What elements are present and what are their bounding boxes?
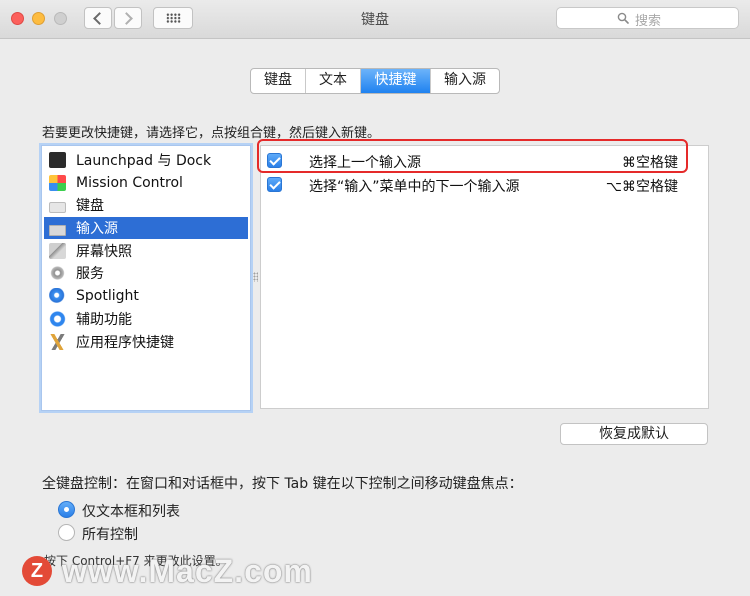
full-keyboard-access-label: 全键盘控制：在窗口和对话框中，按下 Tab 键在以下控制之间移动键盘焦点： [42, 476, 523, 492]
tab-shortcuts[interactable]: 快捷键 [361, 69, 431, 93]
category-screenshots[interactable]: 屏幕快照 [44, 240, 248, 262]
shortcut-enabled-checkbox[interactable] [267, 153, 282, 168]
category-app-shortcuts[interactable]: 应用程序快捷键 [44, 331, 248, 353]
shortcut-label: 选择上一个输入源 [309, 155, 421, 171]
shortcut-enabled-checkbox[interactable] [267, 177, 282, 192]
site-watermark: Z www.MacZ.com [22, 552, 313, 590]
watermark-text: www.MacZ.com [62, 552, 313, 589]
search-input[interactable]: 搜索 [556, 7, 739, 29]
radio-text-boxes-lists[interactable] [58, 501, 75, 518]
accessibility-icon [49, 311, 66, 327]
search-placeholder: 搜索 [635, 14, 662, 29]
category-launchpad-dock[interactable]: Launchpad 与 Dock [44, 149, 248, 171]
category-accessibility[interactable]: 辅助功能 [44, 308, 248, 330]
radio-label: 所有控制 [82, 527, 138, 543]
spotlight-icon [49, 288, 66, 304]
tab-bar: 键盘 文本 快捷键 输入源 [250, 68, 500, 94]
category-label: 键盘 [76, 198, 104, 214]
category-label: 服务 [76, 266, 104, 282]
category-label: Launchpad 与 Dock [76, 153, 212, 169]
shortcut-keys[interactable]: ⌘空格键 [622, 152, 678, 172]
title-bar: 键盘 搜索 [0, 0, 750, 39]
launchpad-icon [49, 152, 66, 168]
restore-defaults-button[interactable]: 恢复成默认 [560, 423, 708, 445]
category-label: 输入源 [76, 221, 118, 237]
tab-text[interactable]: 文本 [306, 69, 361, 93]
shortcut-row[interactable]: 选择上一个输入源 ⌘空格键 [261, 149, 708, 173]
tab-input-sources[interactable]: 输入源 [431, 69, 499, 93]
radio-all-controls[interactable] [58, 524, 75, 541]
services-gear-icon [49, 265, 66, 281]
app-shortcuts-icon [49, 334, 66, 350]
instruction-text: 若要更改快捷键，请选择它，点按组合键，然后键入新键。 [42, 126, 381, 141]
category-label: 应用程序快捷键 [76, 335, 174, 351]
shortcut-row[interactable]: 选择“输入”菜单中的下一个输入源 ⌥⌘空格键 [261, 173, 708, 197]
category-mission-control[interactable]: Mission Control [44, 172, 248, 194]
screenshot-icon [49, 243, 66, 259]
category-services[interactable]: 服务 [44, 262, 248, 284]
watermark-logo-icon: Z [22, 556, 52, 586]
tab-keyboard[interactable]: 键盘 [251, 69, 306, 93]
category-label: Mission Control [76, 175, 183, 191]
category-keyboard[interactable]: 键盘 [44, 194, 248, 216]
category-list[interactable]: Launchpad 与 Dock Mission Control 键盘 输入源 … [41, 145, 251, 411]
category-label: 屏幕快照 [76, 244, 132, 260]
shortcut-label: 选择“输入”菜单中的下一个输入源 [309, 179, 520, 195]
shortcut-keys[interactable]: ⌥⌘空格键 [606, 176, 678, 196]
split-view-handle[interactable] [253, 272, 258, 282]
category-spotlight[interactable]: Spotlight [44, 285, 248, 307]
input-source-icon [49, 224, 66, 236]
category-label: 辅助功能 [76, 312, 132, 328]
category-input-sources[interactable]: 输入源 [44, 217, 248, 239]
shortcut-list[interactable]: 选择上一个输入源 ⌘空格键 选择“输入”菜单中的下一个输入源 ⌥⌘空格键 [260, 145, 709, 409]
radio-label: 仅文本框和列表 [82, 504, 180, 520]
keyboard-icon [49, 201, 66, 213]
category-label: Spotlight [76, 288, 139, 304]
search-icon [617, 12, 629, 24]
mission-control-icon [49, 175, 66, 191]
